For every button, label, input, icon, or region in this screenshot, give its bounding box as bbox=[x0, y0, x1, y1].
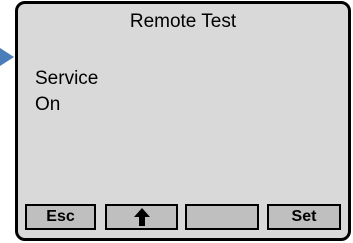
screen-line-2: On bbox=[35, 94, 61, 115]
esc-softkey[interactable]: Esc bbox=[25, 204, 96, 230]
screen-line-1: Service bbox=[35, 68, 99, 89]
up-arrow-icon bbox=[133, 208, 150, 226]
pointer-arrow-icon bbox=[0, 48, 14, 66]
display-screen: Remote Test Service On Esc Set bbox=[15, 1, 351, 241]
up-softkey[interactable] bbox=[105, 204, 178, 230]
softkey-bar: Esc Set bbox=[18, 204, 348, 230]
blank-softkey[interactable] bbox=[185, 204, 259, 230]
screen-title: Remote Test bbox=[129, 11, 237, 32]
set-softkey[interactable]: Set bbox=[267, 204, 341, 230]
